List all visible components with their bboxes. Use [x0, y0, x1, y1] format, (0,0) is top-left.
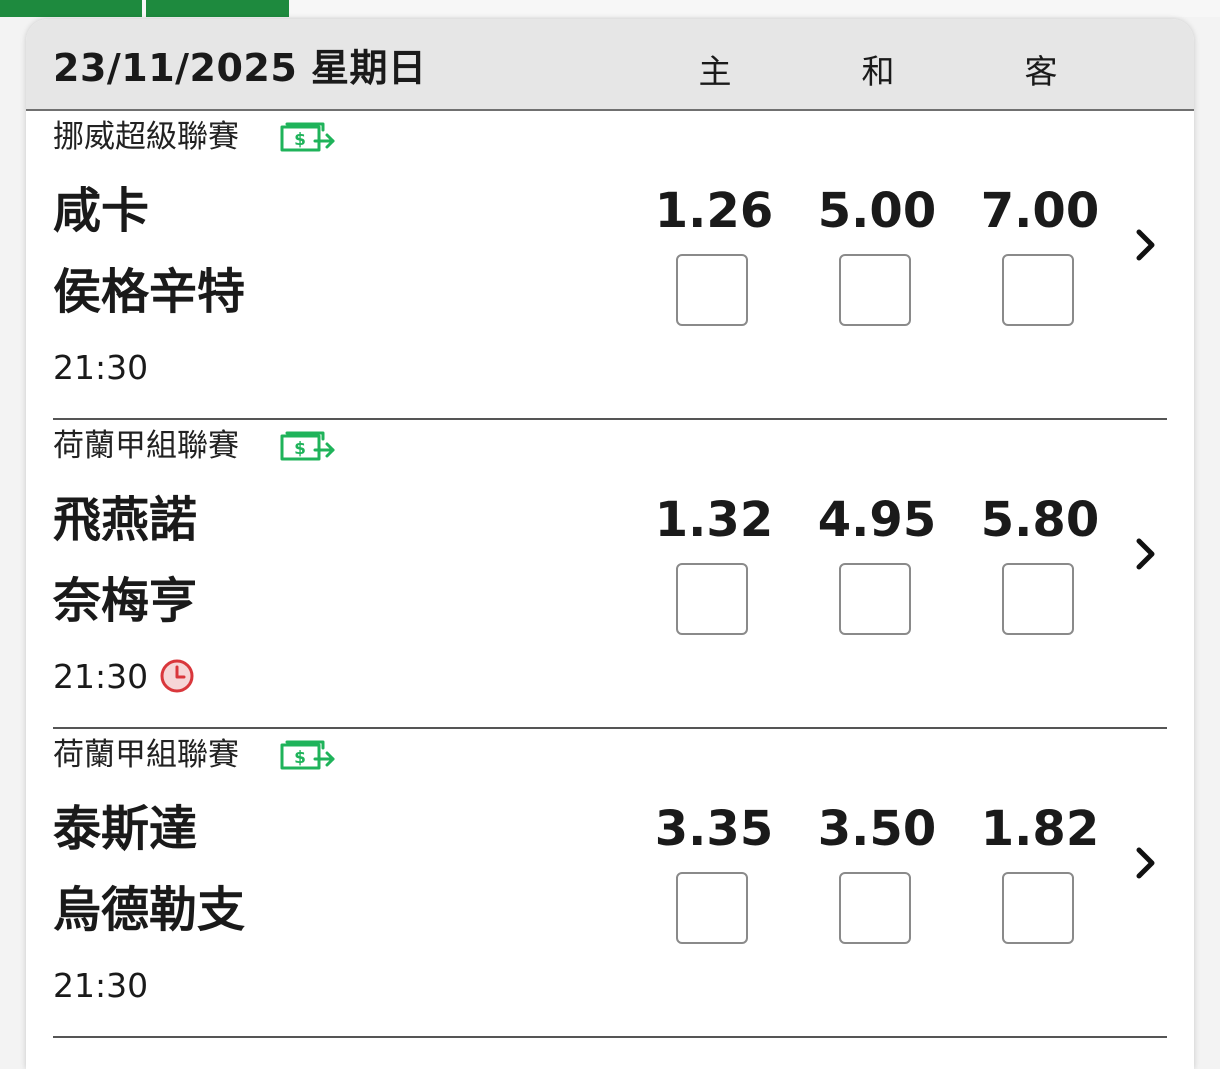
match-row: 荷蘭甲組聯賽 $ 飛燕諾 奈梅亨 21:30 1.32 4.95 5.80 [26, 420, 1194, 729]
odds-draw: 3.50 [817, 801, 937, 857]
column-header-away: 客 [1024, 52, 1058, 91]
odds-away: 7.00 [980, 183, 1100, 239]
kickoff-time: 21:30 [53, 657, 149, 696]
home-team-name: 咸卡 [53, 183, 150, 239]
odds-home: 3.35 [654, 801, 774, 857]
column-header-draw: 和 [861, 52, 895, 91]
top-tab-bar [0, 0, 1220, 17]
select-draw-checkbox[interactable] [839, 254, 911, 326]
svg-text:$: $ [294, 130, 306, 150]
select-home-checkbox[interactable] [676, 563, 748, 635]
league-name: 挪威超級聯賽 [53, 119, 239, 155]
odds-draw: 5.00 [817, 183, 937, 239]
match-row: 挪威超級聯賽 $ 咸卡 侯格辛特 21:30 1.26 5.00 7.00 [26, 111, 1194, 420]
chevron-right-icon[interactable] [1126, 843, 1166, 883]
select-home-checkbox[interactable] [676, 872, 748, 944]
clock-icon [160, 659, 194, 693]
row-divider [53, 1036, 1167, 1038]
odds-home: 1.32 [654, 492, 774, 548]
chevron-right-icon[interactable] [1126, 534, 1166, 574]
select-away-checkbox[interactable] [1002, 254, 1074, 326]
kickoff-time: 21:30 [53, 966, 149, 1005]
home-team-name: 飛燕諾 [53, 492, 198, 548]
money-transfer-icon: $ [280, 122, 335, 152]
tab-2[interactable] [146, 0, 289, 17]
svg-text:$: $ [294, 439, 306, 459]
odds-away: 5.80 [980, 492, 1100, 548]
home-team-name: 泰斯達 [53, 801, 198, 857]
select-draw-checkbox[interactable] [839, 872, 911, 944]
odds-away: 1.82 [980, 801, 1100, 857]
date-header: 23/11/2025 星期日 主 和 客 [26, 19, 1194, 111]
date-title: 23/11/2025 星期日 [53, 46, 427, 90]
match-row: 荷蘭甲組聯賽 $ 泰斯達 烏德勒支 21:30 3.35 3.50 1.82 [26, 729, 1194, 1038]
money-transfer-icon: $ [280, 740, 335, 770]
select-away-checkbox[interactable] [1002, 563, 1074, 635]
kickoff-time: 21:30 [53, 348, 149, 387]
league-name: 荷蘭甲組聯賽 [53, 428, 239, 464]
odds-draw: 4.95 [817, 492, 937, 548]
select-home-checkbox[interactable] [676, 254, 748, 326]
away-team-name: 侯格辛特 [53, 264, 246, 320]
tab-1[interactable] [0, 0, 142, 17]
odds-home: 1.26 [654, 183, 774, 239]
away-team-name: 烏德勒支 [53, 882, 246, 938]
select-away-checkbox[interactable] [1002, 872, 1074, 944]
column-header-home: 主 [698, 52, 732, 91]
away-team-name: 奈梅亨 [53, 573, 198, 629]
money-transfer-icon: $ [280, 431, 335, 461]
chevron-right-icon[interactable] [1126, 225, 1166, 265]
svg-text:$: $ [294, 748, 306, 768]
match-list-card: 23/11/2025 星期日 主 和 客 挪威超級聯賽 $ 咸卡 侯格辛特 21… [26, 19, 1194, 1069]
select-draw-checkbox[interactable] [839, 563, 911, 635]
league-name: 荷蘭甲組聯賽 [53, 737, 239, 773]
